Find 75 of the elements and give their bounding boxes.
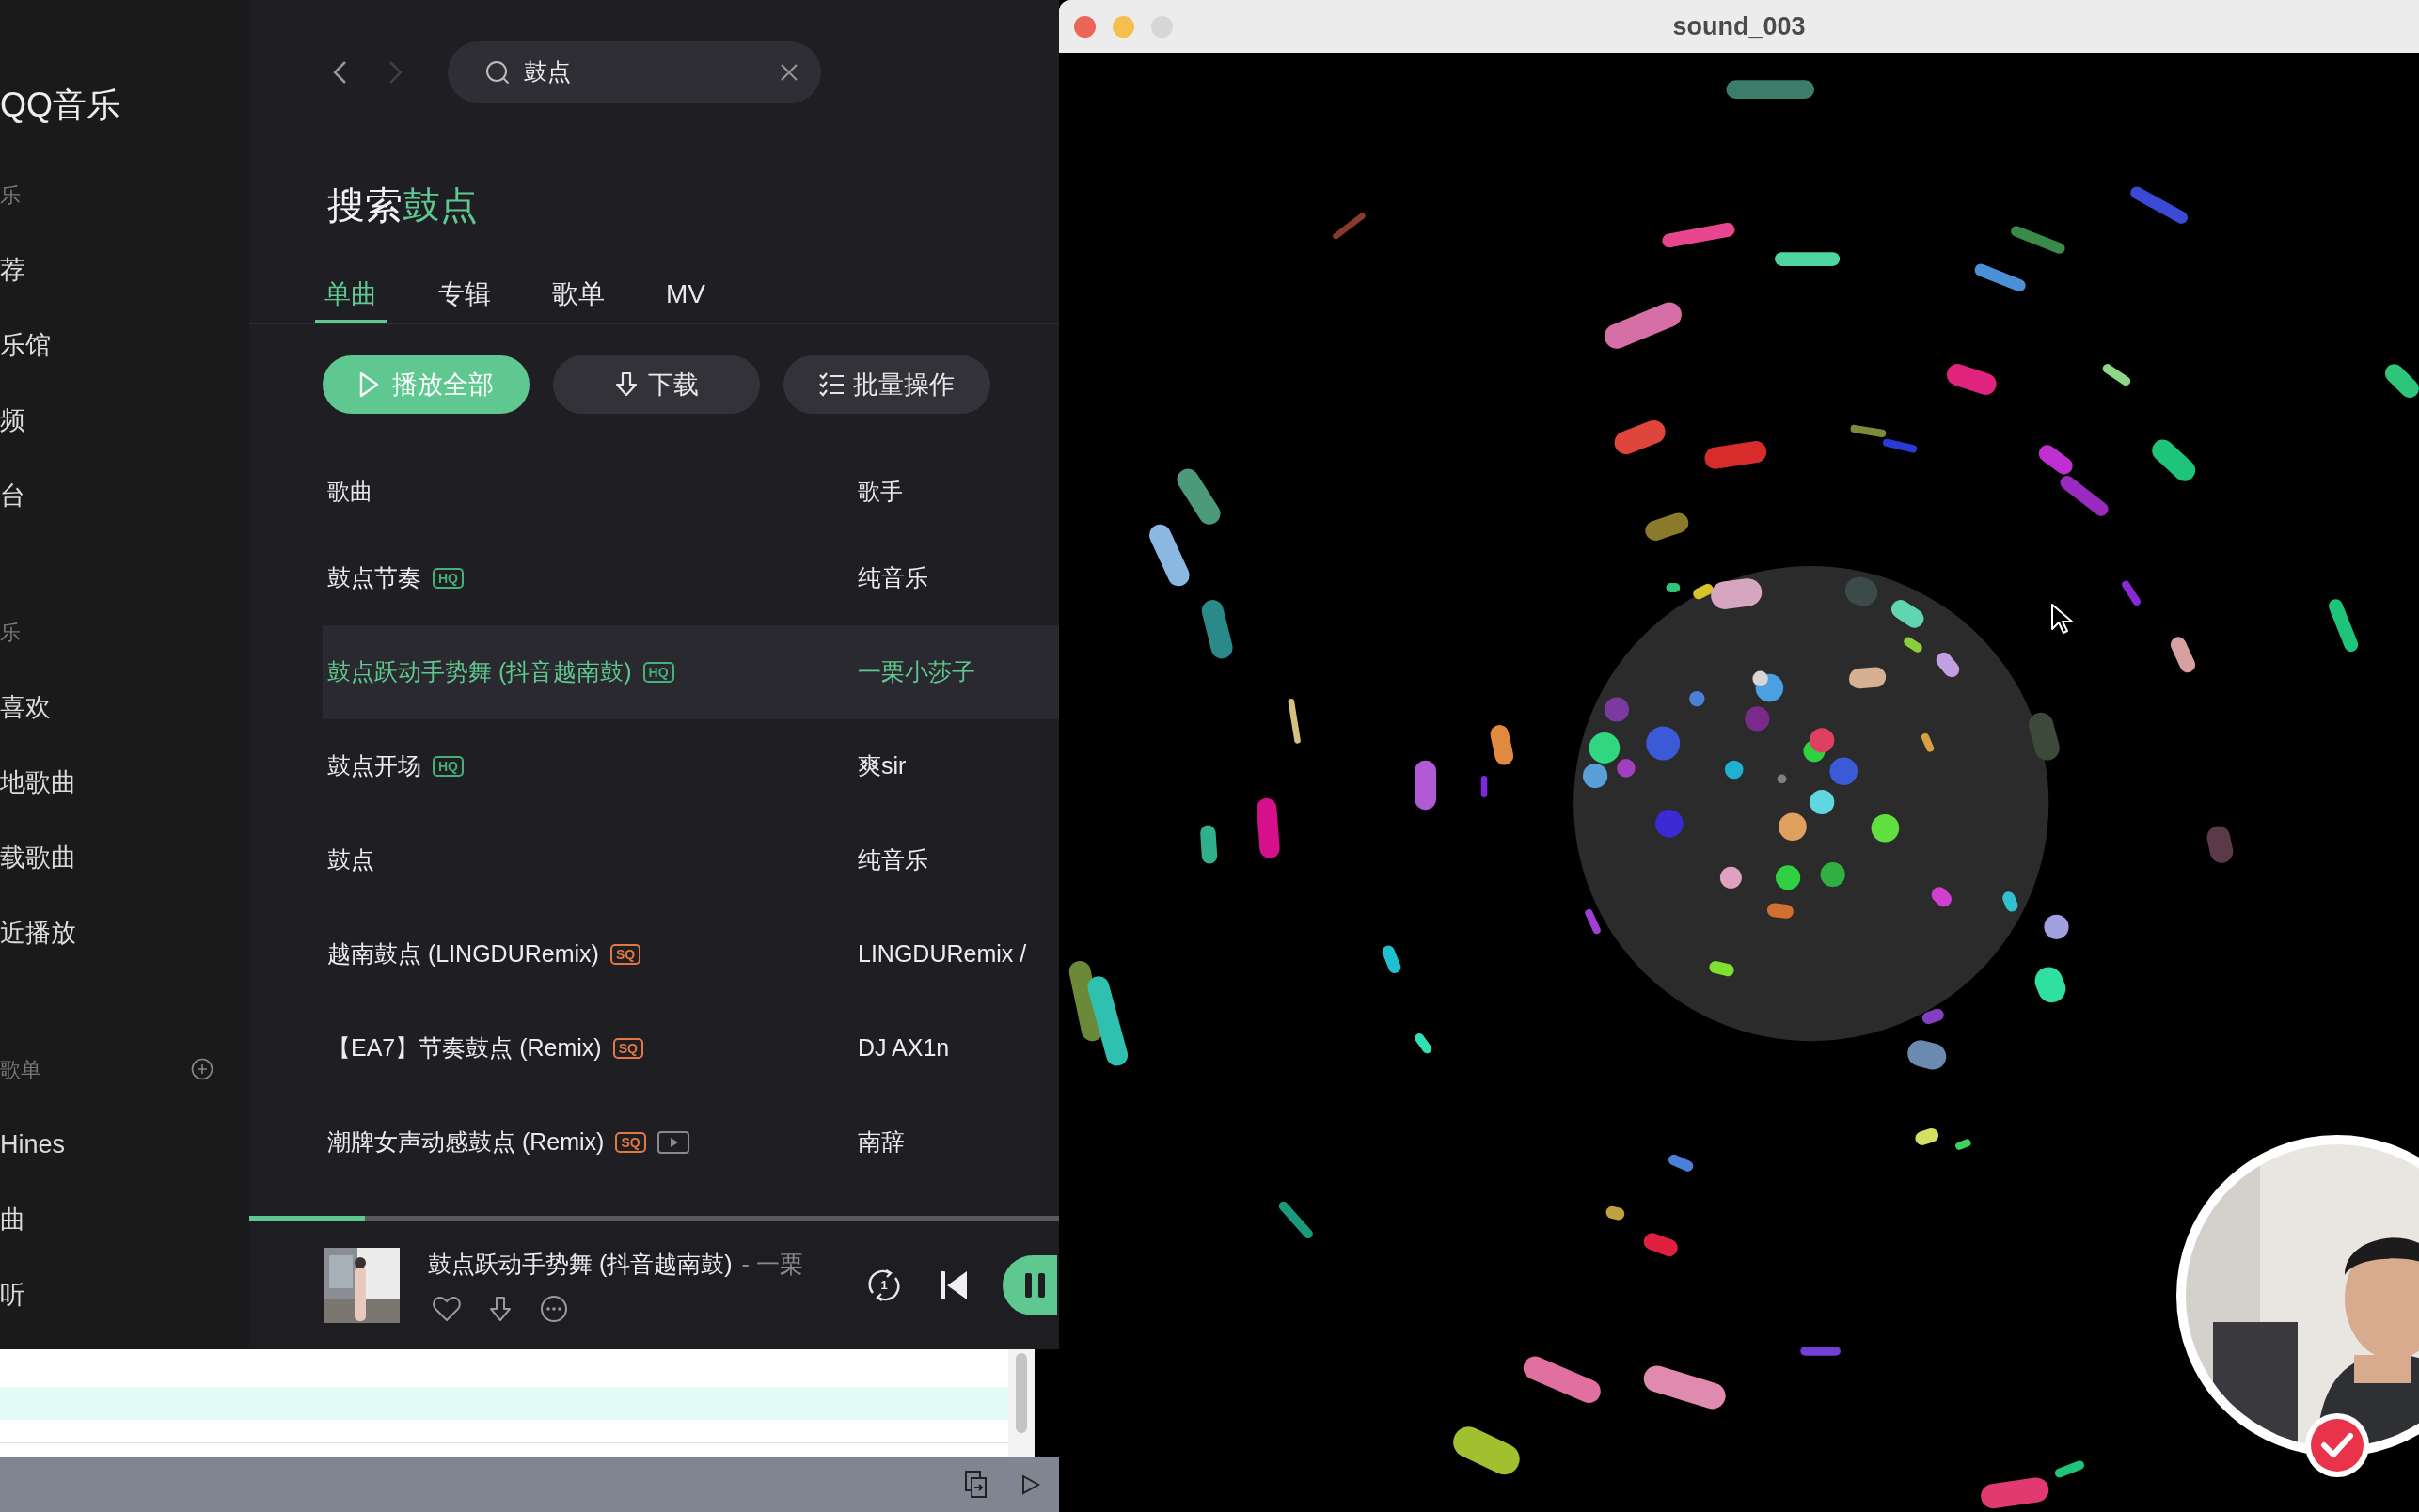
song-row[interactable]: 鼓点开场 HQ 爽sir [323, 719, 1059, 813]
sidebar-item[interactable]: Hines [0, 1125, 66, 1164]
section-heading: 乐 [0, 619, 21, 646]
sidebar-item[interactable]: 频 [0, 401, 25, 440]
song-row[interactable]: 鼓点 纯音乐 [323, 813, 1059, 907]
song-title: 鼓点开场 [327, 751, 421, 781]
video-icon[interactable] [656, 1131, 689, 1154]
close-button[interactable] [1074, 15, 1096, 38]
song-title: 鼓点跃动手势舞 (抖音越南鼓) [428, 1249, 733, 1279]
sidebar-item[interactable]: 地歌曲 [0, 763, 76, 802]
tab[interactable]: MV [656, 267, 715, 323]
download-button[interactable]: 下载 [553, 355, 760, 414]
tab[interactable]: 歌单 [543, 267, 614, 323]
sidebar-item[interactable]: 载歌曲 [0, 838, 76, 877]
sidebar-item[interactable]: 曲 [0, 1200, 25, 1239]
song-title: 【EA7】节奏鼓点 (Remix) [327, 1033, 602, 1063]
column-header: 歌曲 [327, 478, 372, 504]
artist-name[interactable]: - 一栗 [741, 1246, 803, 1283]
song-title: 鼓点跃动手势舞 (抖音越南鼓) [327, 657, 632, 687]
heart-icon[interactable] [433, 1295, 461, 1324]
artist-name[interactable]: 南辞 [858, 1128, 905, 1156]
section-heading: 歌单 [0, 1056, 41, 1083]
artist-name[interactable]: LINGDURemix / [858, 940, 1027, 968]
add-icon[interactable] [191, 1058, 213, 1080]
song-title: 潮牌女声动感鼓点 (Remix) [327, 1127, 605, 1158]
song-title: 鼓点节奏 [327, 563, 421, 593]
tab[interactable]: 单曲 [315, 267, 387, 323]
quality-badge: HQ [433, 568, 464, 589]
sidebar-item[interactable]: 近播放 [0, 913, 76, 953]
quality-badge: HQ [642, 662, 674, 683]
song-row[interactable]: 【EA7】节奏鼓点 (Remix) SQ DJ AX1n [323, 1001, 1059, 1095]
play-icon[interactable] [1021, 1474, 1040, 1495]
artist-name[interactable]: 一栗小莎子 [858, 658, 975, 685]
pause-button[interactable] [1003, 1254, 1057, 1315]
tab[interactable]: 专辑 [429, 267, 500, 323]
window-title: sound_003 [1672, 10, 1806, 42]
cursor-icon [2050, 603, 2075, 637]
song-row[interactable]: 潮牌女声动感鼓点 (Remix) SQ 南辞 [323, 1095, 1059, 1189]
sidebar-item[interactable]: 听 [0, 1275, 25, 1315]
search-title: 搜索 [327, 183, 403, 228]
song-title: 鼓点 [327, 845, 374, 875]
batch-button[interactable]: 批量操作 [783, 355, 990, 414]
search-query: 鼓点 [403, 183, 478, 228]
back-icon[interactable] [332, 60, 349, 85]
search-field[interactable]: 鼓点 [448, 41, 821, 103]
search-icon [485, 59, 511, 86]
song-row[interactable]: 越南鼓点 (LINGDURemix) SQ LINGDURemix / [323, 907, 1059, 1001]
more-icon[interactable] [540, 1295, 568, 1324]
song-title: 越南鼓点 (LINGDURemix) [327, 939, 599, 969]
download-icon[interactable] [487, 1296, 514, 1323]
artist-name[interactable]: DJ AX1n [858, 1034, 950, 1062]
progress-track[interactable] [249, 1216, 1059, 1221]
section-heading: 乐 [0, 181, 21, 209]
sidebar-item[interactable]: 喜欢 [0, 687, 51, 727]
column-header: 歌手 [858, 478, 903, 504]
sidebar-item[interactable]: 台 [0, 476, 25, 515]
sidebar-item[interactable]: 荐 [0, 250, 25, 290]
clear-icon[interactable] [780, 63, 798, 82]
scrollbar[interactable] [1016, 1353, 1027, 1433]
app-logo: QQ音乐 [0, 85, 121, 126]
quality-badge: SQ [609, 944, 641, 965]
artist-name[interactable]: 纯音乐 [858, 564, 928, 591]
artist-name[interactable]: 爽sir [858, 752, 907, 780]
quality-badge: SQ [612, 1038, 643, 1059]
copy-icon[interactable] [965, 1471, 988, 1499]
checklist-icon [819, 371, 846, 398]
check-badge-icon [2303, 1411, 2371, 1479]
sidebar-item[interactable]: 乐馆 [0, 325, 51, 365]
repeat-one-button[interactable]: 1 [867, 1268, 901, 1302]
quality-badge: SQ [615, 1132, 646, 1153]
quality-badge: HQ [433, 756, 464, 777]
previous-icon[interactable] [941, 1270, 967, 1299]
song-row[interactable]: 鼓点节奏 HQ 纯音乐 [323, 531, 1059, 625]
song-row[interactable]: 鼓点跃动手势舞 (抖音越南鼓) HQ 一栗小莎子 [323, 625, 1059, 719]
artist-name[interactable]: 纯音乐 [858, 846, 928, 874]
